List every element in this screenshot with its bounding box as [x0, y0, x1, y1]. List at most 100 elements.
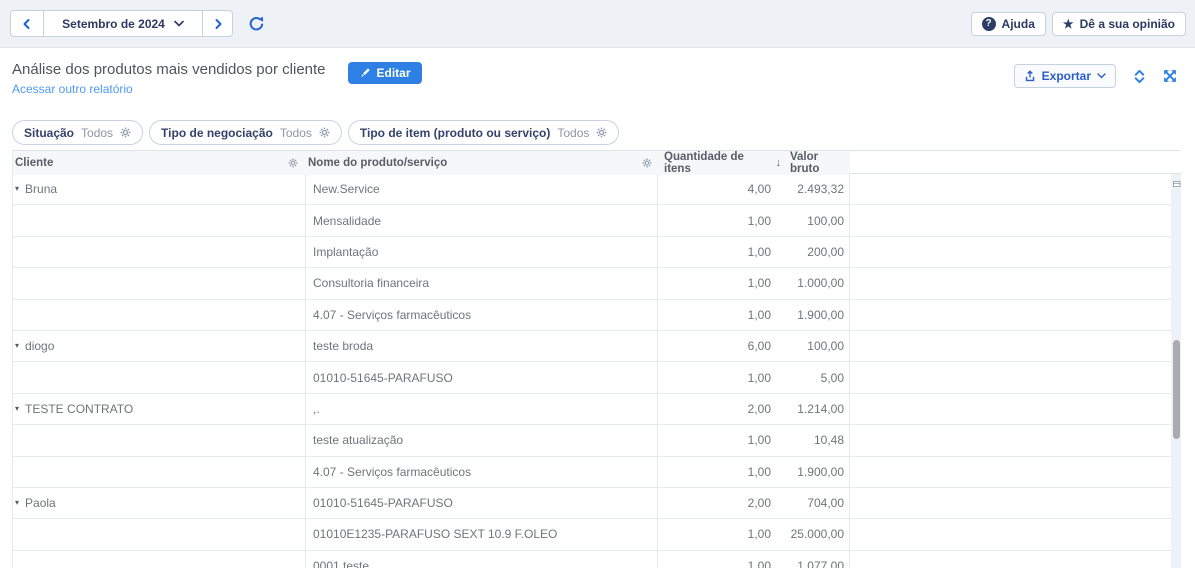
client-cell: ▾ diogo: [13, 330, 306, 362]
gear-icon[interactable]: [288, 158, 298, 168]
product-cell: 01010-51645-PARAFUSO: [306, 362, 658, 393]
quantity-cell: 1,00: [747, 276, 771, 291]
table-row[interactable]: ▾ Mensalidade 1,00 100,00: [13, 205, 1172, 237]
quantity-cell: 1,00: [747, 370, 771, 385]
double-chevron-vertical-icon: [1133, 69, 1146, 84]
chevron-down-icon: [174, 20, 184, 27]
column-label: Quantidade de itens: [664, 151, 744, 175]
product-cell: ,.: [306, 393, 658, 425]
value-cell: 100,00: [781, 205, 850, 236]
table-row[interactable]: ▾ TESTE CONTRATO ,. 2,00 1.214,00: [13, 393, 1172, 426]
column-label: Cliente: [15, 157, 54, 169]
refresh-button[interactable]: [248, 15, 265, 32]
table-row[interactable]: ▾ 0001 teste 1,00 1.077,00: [13, 550, 1172, 568]
value-cell: 1.900,00: [781, 299, 850, 330]
filter-bar: Situação Todos Tipo de negociação Todos …: [12, 120, 1195, 145]
export-icon: [1024, 70, 1036, 82]
quantity-cell: 2,00: [747, 401, 771, 416]
help-button[interactable]: ? Ajuda: [970, 11, 1046, 36]
table-header: Cliente Nome do produto/serviço Quantida…: [13, 150, 1181, 175]
vertical-scrollbar[interactable]: [1171, 174, 1181, 568]
empty-cell: [850, 362, 1172, 392]
product-cell: Mensalidade: [306, 205, 658, 236]
column-header-valor-bruto[interactable]: Valor bruto: [781, 151, 850, 175]
table-row[interactable]: ▾ diogo teste broda 6,00 100,00: [13, 330, 1172, 363]
value-cell: 100,00: [781, 330, 850, 362]
table-row[interactable]: ▾ 4.07 - Serviços farmacêuticos 1,00 1.9…: [13, 456, 1172, 488]
report-panel: Análise dos produtos mais vendidos por c…: [0, 48, 1195, 568]
expand-collapse-rows-button[interactable]: [1133, 69, 1146, 84]
fullscreen-button[interactable]: [1163, 69, 1177, 83]
empty-cell: [850, 519, 1172, 549]
fullscreen-icon: [1163, 69, 1177, 83]
help-label: Ajuda: [1001, 16, 1035, 31]
quantity-cell: 4,00: [747, 182, 771, 197]
scrollbar-thumb[interactable]: [1172, 340, 1180, 439]
filter-value: Todos: [279, 125, 312, 140]
prev-month-button[interactable]: [10, 10, 44, 37]
table-row[interactable]: ▾ Implantação 1,00 200,00: [13, 236, 1172, 269]
star-icon: ★: [1062, 16, 1074, 31]
topbar-actions: ? Ajuda ★ Dê a sua opinião: [970, 11, 1186, 36]
pencil-icon: [359, 67, 371, 79]
edit-label: Editar: [376, 66, 411, 80]
column-header-produto[interactable]: Nome do produto/serviço: [306, 151, 658, 175]
empty-cell: [850, 457, 1172, 487]
table-row[interactable]: ▾ 4.07 - Serviços farmacêuticos 1,00 1.9…: [13, 299, 1172, 331]
edit-button[interactable]: Editar: [347, 62, 422, 84]
empty-cell: [850, 394, 1172, 424]
value-cell: 704,00: [781, 487, 850, 519]
column-header-quantidade[interactable]: Quantidade de itens ↓: [658, 151, 781, 175]
export-button[interactable]: Exportar: [1013, 64, 1116, 88]
help-icon: ?: [981, 16, 996, 31]
filter-value: Todos: [81, 125, 114, 140]
table-row[interactable]: ▾ Bruna New.Service 4,00 2.493,32: [13, 174, 1172, 206]
filter-pill-tipo-negociacao[interactable]: Tipo de negociação Todos: [149, 120, 342, 145]
filter-value: Todos: [557, 125, 590, 140]
client-cell: ▾: [13, 362, 306, 393]
client-cell: ▾: [13, 550, 306, 568]
feedback-button[interactable]: ★ Dê a sua opinião: [1051, 11, 1186, 36]
client-cell: ▾: [13, 456, 306, 487]
gear-icon[interactable]: [642, 158, 652, 168]
next-month-button[interactable]: [202, 10, 233, 37]
table-row[interactable]: ▾ 01010-51645-PARAFUSO 1,00 5,00: [13, 362, 1172, 394]
collapse-triangle-icon[interactable]: ▾: [15, 185, 19, 193]
product-cell: 01010-51645-PARAFUSO: [306, 487, 658, 519]
period-selector[interactable]: Setembro de 2024: [43, 10, 203, 37]
collapse-triangle-icon[interactable]: ▾: [15, 342, 19, 350]
product-cell: teste atualização: [306, 425, 658, 456]
value-cell: 1.214,00: [781, 393, 850, 425]
empty-cell: [850, 237, 1172, 267]
quantity-cell: 1,00: [747, 433, 771, 448]
product-cell: 4.07 - Serviços farmacêuticos: [306, 299, 658, 330]
quantity-cell: 6,00: [747, 339, 771, 354]
header-filler: [850, 151, 1181, 175]
quantity-cell: 2,00: [747, 496, 771, 511]
table-row[interactable]: ▾ 01010E1235-PARAFUSO SEXT 10.9 F.OLEO 1…: [13, 519, 1172, 551]
gear-icon: [120, 127, 131, 138]
value-cell: 2.493,32: [781, 174, 850, 205]
quantity-cell: 1,00: [747, 527, 771, 542]
filter-pill-situacao[interactable]: Situação Todos: [12, 120, 144, 145]
column-label: Valor bruto: [790, 151, 820, 175]
collapse-triangle-icon[interactable]: ▾: [15, 404, 19, 413]
filter-pill-tipo-item[interactable]: Tipo de item (produto ou serviço) Todos: [347, 120, 620, 145]
table-row[interactable]: ▾ Paola 01010-51645-PARAFUSO 2,00 704,00: [13, 487, 1172, 520]
filter-label: Tipo de negociação: [161, 125, 273, 140]
table-row[interactable]: ▾ teste atualização 1,00 10,48: [13, 425, 1172, 457]
product-cell: 0001 teste: [306, 550, 658, 568]
empty-cell: [850, 205, 1172, 235]
collapse-triangle-icon[interactable]: ▾: [15, 499, 19, 507]
client-cell: ▾: [13, 299, 306, 330]
client-cell: ▾ Bruna: [13, 174, 306, 205]
column-header-cliente[interactable]: Cliente: [13, 151, 306, 175]
product-cell: 4.07 - Serviços farmacêuticos: [306, 456, 658, 487]
filter-label: Tipo de item (produto ou serviço): [359, 125, 551, 140]
chevron-down-icon: [1097, 73, 1106, 79]
other-report-link[interactable]: Acessar outro relatório: [12, 82, 133, 96]
value-cell: 1.900,00: [781, 456, 850, 487]
gear-icon: [319, 127, 330, 138]
table-row[interactable]: ▾ Consultoria financeira 1,00 1.000,00: [13, 268, 1172, 300]
client-name: Paola: [25, 496, 56, 511]
